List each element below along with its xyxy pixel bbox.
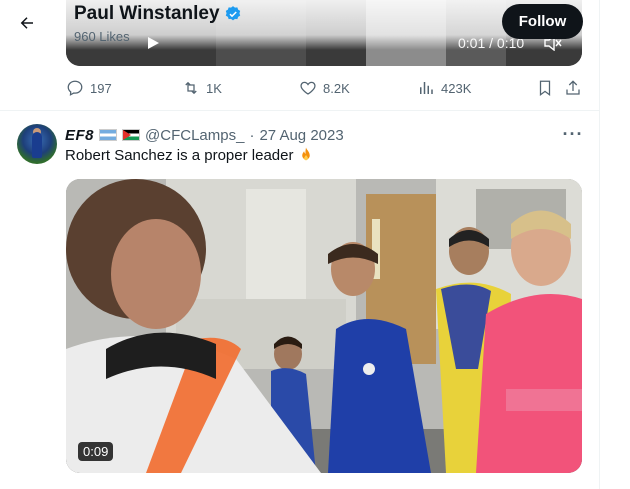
bookmark-button[interactable] (536, 79, 554, 97)
share-button[interactable] (564, 79, 582, 97)
retweet-count: 1K (206, 80, 222, 96)
argentina-flag-icon (99, 129, 118, 141)
views-count: 423K (441, 80, 472, 96)
heart-icon (300, 81, 316, 95)
avatar-figure-body (32, 132, 42, 158)
reply-count: 197 (90, 80, 112, 96)
tweet-video-player[interactable]: 0:09 (66, 179, 582, 473)
palestine-flag-icon (122, 129, 141, 141)
settings-icon[interactable] (580, 37, 582, 51)
video-frame (66, 179, 582, 473)
tweet-date[interactable]: 27 Aug 2023 (259, 127, 343, 144)
like-button[interactable]: 8.2K (299, 79, 350, 97)
user-handle[interactable]: @CFCLamps_ (145, 127, 244, 144)
arrow-left-icon (20, 17, 33, 29)
play-icon[interactable] (146, 36, 160, 50)
quoted-likes: 960 Likes (74, 29, 130, 44)
analytics-icon (420, 82, 433, 94)
tweet-action-bar: 197 1K 8.2K 423K (66, 76, 586, 102)
fire-emoji-icon (302, 147, 311, 161)
reply-button[interactable]: 197 (66, 79, 112, 97)
retweet-button[interactable]: 1K (182, 79, 222, 97)
back-button[interactable] (12, 8, 42, 38)
like-count: 8.2K (323, 80, 350, 96)
tweet-divider (0, 110, 600, 111)
retweet-icon (185, 81, 197, 95)
avatar[interactable] (17, 124, 57, 164)
follow-button[interactable]: Follow (502, 4, 583, 39)
video-duration: 0:09 (78, 442, 114, 461)
display-name[interactable]: EF8 (65, 127, 94, 144)
more-options-button[interactable]: ··· (562, 124, 584, 144)
quoted-author: Paul Winstanley (74, 3, 242, 25)
quoted-author-name: Paul Winstanley (74, 3, 220, 24)
tweet-text: Robert Sanchez is a proper leader (65, 146, 315, 164)
share-icon (566, 80, 580, 95)
header-separator: · (249, 126, 255, 144)
tweet-header: EF8 @CFCLamps_ · 27 Aug 2023 (65, 125, 344, 145)
reply-icon (67, 80, 83, 96)
timeline-column: Paul Winstanley 960 Likes 0:01 / 0:10 Fo… (0, 0, 600, 489)
views-button[interactable]: 423K (417, 79, 471, 97)
verified-badge-icon (225, 6, 240, 21)
bookmark-icon (539, 80, 551, 97)
tweet-text-content: Robert Sanchez is a proper leader (65, 146, 294, 164)
